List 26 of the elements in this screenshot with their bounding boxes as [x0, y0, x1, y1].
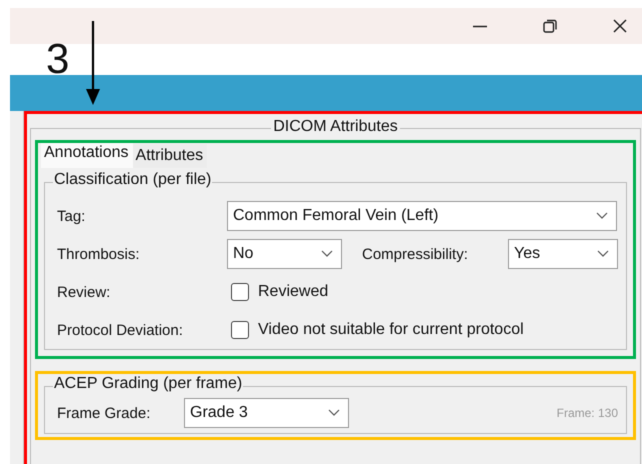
field-label: Tag:	[57, 208, 86, 224]
tab[interactable]: Annotations	[41, 143, 133, 168]
frame-number: Frame: 130	[556, 406, 618, 420]
restore-icon[interactable]	[542, 18, 558, 34]
chevron-icon	[321, 250, 333, 258]
field-label: Protocol Deviation:	[57, 322, 184, 338]
group-title: Classification (per file)	[53, 171, 212, 189]
field-label: Thrombosis:	[57, 246, 141, 262]
chevron-icon	[596, 212, 608, 220]
field-label: Frame Grade:	[57, 404, 152, 422]
checkbox-label: Reviewed	[258, 283, 328, 301]
grade-dropdown[interactable]: Grade 3	[184, 398, 349, 428]
tag-dropdown[interactable]: Common Femoral Vein (Left)	[227, 201, 617, 231]
field-label: Review:	[57, 284, 112, 300]
step-number: 3	[46, 38, 70, 80]
field-label: Compressibility:	[362, 246, 469, 262]
thrombosis-dropdown[interactable]: No	[227, 239, 342, 269]
checkbox[interactable]	[231, 321, 249, 339]
group-title: ACEP Grading (per frame)	[53, 375, 244, 393]
checkbox[interactable]	[231, 283, 249, 301]
checkbox-label: Video not suitable for current protocol	[258, 321, 524, 339]
chevron-icon	[328, 409, 340, 417]
tab[interactable]: Attributes	[132, 144, 208, 168]
close-icon[interactable]	[612, 18, 628, 34]
chevron-icon	[597, 250, 609, 258]
compressibility-dropdown[interactable]: Yes	[508, 239, 618, 269]
